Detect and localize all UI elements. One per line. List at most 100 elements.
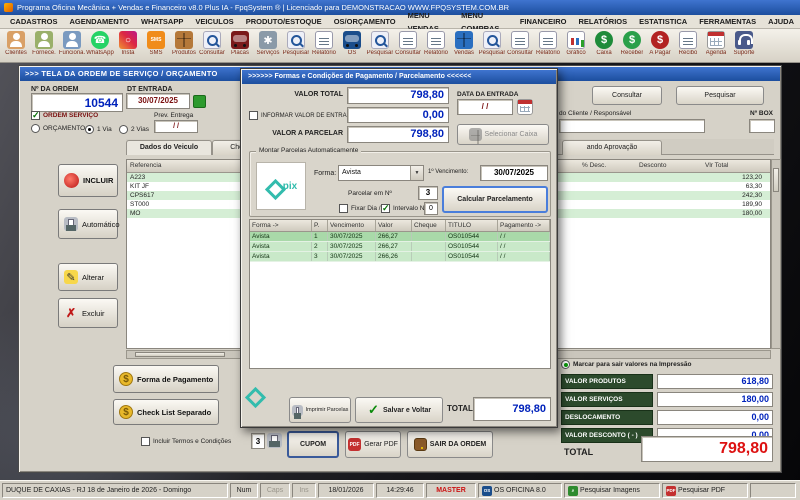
- toolbar-servi-os[interactable]: Serviços: [254, 29, 282, 62]
- status-search-images[interactable]: ⌕Pesquisar Imagens: [564, 483, 660, 498]
- menu-item-produto-estoque[interactable]: PRODUTO/ESTOQUE: [240, 15, 328, 28]
- toolbar-consultar[interactable]: Consultar: [198, 29, 226, 62]
- toolbar-funciona[interactable]: Funciona.: [58, 29, 86, 62]
- toolbar-relat-rio[interactable]: Relatório: [422, 29, 450, 62]
- status-app: OSOS OFICINA 8.0: [478, 483, 562, 498]
- forma-pagamento-button[interactable]: Forma de Pagamento: [113, 365, 219, 393]
- toolbar-os[interactable]: OS: [338, 29, 366, 62]
- parcel-row[interactable]: Avista230/07/2025266,27OS010544/ /: [250, 242, 550, 252]
- status-num: Num: [230, 483, 258, 498]
- parcelas-field[interactable]: 3: [418, 186, 438, 200]
- menu-item-estatistica[interactable]: ESTATISTICA: [633, 15, 693, 28]
- parcel-row[interactable]: Avista130/07/2025266,27OS010544/ /: [250, 232, 550, 242]
- print-values-radio[interactable]: Marcar para sair valores na Impressão: [561, 360, 692, 369]
- toolbar-gr-fico[interactable]: Gráfico: [562, 29, 590, 62]
- menu-item-relat-rios[interactable]: RELATÓRIOS: [573, 15, 634, 28]
- toolbar-pesquisar[interactable]: Pesquisar: [282, 29, 310, 62]
- parcel-row[interactable]: Avista330/07/2025266,26OS010544/ /: [250, 252, 550, 262]
- toolbar-fornece[interactable]: Fornece.: [30, 29, 58, 62]
- order-number-field[interactable]: 10544: [31, 93, 123, 112]
- checklist-separado-button[interactable]: Check List Separado: [113, 399, 219, 425]
- machine-icon: [64, 217, 78, 231]
- menu-item-ferramentas[interactable]: FERRAMENTAS: [693, 15, 762, 28]
- entry-date-field[interactable]: 30/07/2025: [126, 93, 190, 109]
- menu-item-cadastros[interactable]: CADASTROS: [4, 15, 64, 28]
- menu-item-whatsapp[interactable]: WHATSAPP: [135, 15, 189, 28]
- radio-icon: [561, 360, 570, 369]
- toolbar-recibo[interactable]: Recibo: [674, 29, 702, 62]
- copies-field[interactable]: 3: [251, 433, 265, 449]
- gerar-pdf-button[interactable]: Gerar PDF: [345, 431, 401, 458]
- clientes-icon: [7, 31, 25, 49]
- valor-total-field: 798,80: [347, 87, 449, 104]
- consultar-button[interactable]: Consultar: [592, 86, 662, 105]
- via1-radio[interactable]: 1 Via: [85, 125, 112, 134]
- header-desconto: Desconto: [639, 160, 666, 172]
- salvar-voltar-button[interactable]: Salvar e Voltar: [355, 397, 443, 423]
- fixar-dia-checkbox[interactable]: Fixar Dia /: [339, 204, 381, 213]
- ordem-servico-checkbox[interactable]: ORDEM SERVIÇO: [31, 111, 98, 120]
- toolbar-vendas[interactable]: Vendas: [450, 29, 478, 62]
- toolbar-caixa[interactable]: Caixa: [590, 29, 618, 62]
- entrada-field[interactable]: 0,00: [347, 107, 449, 123]
- prev-entrega-field[interactable]: / /: [154, 120, 198, 133]
- intervalo-checkbox[interactable]: Intervalo Nº: [381, 204, 427, 213]
- value-row: VALOR SERVIÇOS180,00: [561, 392, 773, 407]
- client-field[interactable]: [559, 119, 705, 133]
- alterar-button[interactable]: Alterar: [58, 263, 118, 291]
- toolbar-agenda[interactable]: Agenda: [702, 29, 730, 62]
- intervalo-field[interactable]: 0: [424, 202, 438, 215]
- sair-ordem-button[interactable]: SAIR DA ORDEM: [407, 431, 493, 458]
- pesquisar-button[interactable]: Pesquisar: [676, 86, 764, 105]
- selecionar-caixa-button[interactable]: Selecionar Caixa: [457, 124, 549, 145]
- tab-dados-veiculo[interactable]: Dados do Veiculo: [126, 140, 212, 155]
- imprimir-parcelas-button[interactable]: Imprimir Parcelas: [289, 397, 351, 423]
- excluir-button[interactable]: Excluir: [58, 298, 118, 328]
- dialog-total-label: TOTAL: [447, 405, 473, 413]
- informar-entrada-checkbox[interactable]: INFORMAR VALOR DE ENTRADA: [249, 111, 355, 120]
- toolbar-consultar[interactable]: Consultar: [394, 29, 422, 62]
- calcular-parcelamento-button[interactable]: Calcular Parcelamento: [442, 186, 548, 213]
- tab-aguardando-aprovacao[interactable]: ando Aprovação: [562, 140, 662, 155]
- toolbar-pesquisar[interactable]: Pesquisar: [366, 29, 394, 62]
- door-icon: [414, 438, 427, 451]
- status-user: MASTER: [426, 483, 476, 498]
- vencimento-field[interactable]: 30/07/2025: [480, 165, 548, 181]
- menu-item-ajuda[interactable]: AJUDA: [762, 15, 800, 28]
- forma-select[interactable]: Avista ▼: [338, 165, 424, 181]
- automatico-button[interactable]: Automático: [58, 209, 118, 239]
- status-search-pdf[interactable]: PDFPesquisar PDF: [662, 483, 748, 498]
- toolbar-produtos[interactable]: Produtos: [170, 29, 198, 62]
- termos-checkbox[interactable]: Incluir Termos e Condições: [141, 437, 231, 446]
- dialog-titlebar[interactable]: >>>>>> Formas e Condições de Pagamento /…: [242, 70, 556, 84]
- toolbar-relat-rio[interactable]: Relatório: [534, 29, 562, 62]
- toolbar-placas[interactable]: Placas: [226, 29, 254, 62]
- pesquisar-icon: [483, 31, 501, 49]
- via2-radio[interactable]: 2 Vias: [119, 125, 149, 134]
- orcamento-radio[interactable]: ORÇAMENTO: [31, 124, 85, 133]
- toolbar-relat-rio[interactable]: Relatório: [310, 29, 338, 62]
- menu-item-financeiro[interactable]: FINANCEIRO: [514, 15, 573, 28]
- toolbar-consultar[interactable]: Consultar: [506, 29, 534, 62]
- incluir-button[interactable]: INCLUIR: [58, 164, 118, 197]
- header-vlr-total: Vlr Total: [705, 160, 728, 172]
- cupom-button[interactable]: CUPOM: [287, 431, 339, 458]
- menu-item-os-or-amento[interactable]: OS/ORÇAMENTO: [328, 15, 402, 28]
- toolbar-whatsapp[interactable]: WhatsApp: [86, 29, 114, 62]
- calendar-button[interactable]: [193, 95, 206, 108]
- printer-icon[interactable]: [267, 433, 282, 448]
- toolbar-receber[interactable]: Receber: [618, 29, 646, 62]
- vertical-scrollbar[interactable]: [771, 159, 781, 349]
- toolbar-insta[interactable]: Insta: [114, 29, 142, 62]
- toolbar-sms[interactable]: SMS: [142, 29, 170, 62]
- toolbar-suporte[interactable]: Suporte: [730, 29, 758, 62]
- menu-item-veiculos[interactable]: VEICULOS: [189, 15, 239, 28]
- status-bar: DUQUE DE CAXIAS - RJ 18 de Janeiro de 20…: [0, 480, 800, 500]
- data-entrada-field[interactable]: / /: [457, 99, 513, 115]
- calendar-button[interactable]: [517, 99, 533, 115]
- menu-item-agendamento[interactable]: AGENDAMENTO: [64, 15, 135, 28]
- box-field[interactable]: [749, 119, 775, 133]
- toolbar-pesquisar[interactable]: Pesquisar: [478, 29, 506, 62]
- toolbar-clientes[interactable]: Clientes: [2, 29, 30, 62]
- toolbar-a-pagar[interactable]: A Pagar: [646, 29, 674, 62]
